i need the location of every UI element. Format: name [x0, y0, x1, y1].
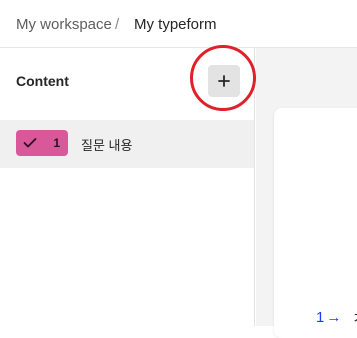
- preview-question-number: 1 →: [316, 309, 341, 326]
- question-list-item[interactable]: 1 질문 내용: [0, 120, 254, 168]
- question-number: 1: [53, 136, 60, 150]
- content-title: Content: [16, 73, 69, 89]
- content-sidebar: Content 1 질문 내용: [0, 48, 255, 326]
- preview-question-text: ㅈ: [352, 307, 357, 328]
- preview-number-text: 1: [316, 309, 325, 326]
- breadcrumb-separator: /: [115, 16, 120, 33]
- breadcrumb-workspace-link[interactable]: My workspace: [16, 16, 112, 34]
- question-label: 질문 내용: [81, 138, 133, 153]
- preview-canvas: 1 → ㅈ: [256, 48, 357, 338]
- checkmark-icon: [23, 138, 37, 148]
- top-bar: My workspace / My typeform: [0, 0, 357, 48]
- arrow-right-icon: →: [326, 309, 342, 326]
- breadcrumb-form-title[interactable]: My typeform: [134, 16, 217, 34]
- plus-icon: [218, 75, 230, 87]
- preview-card[interactable]: [274, 108, 357, 338]
- question-type-badge: 1: [16, 130, 68, 156]
- add-question-button[interactable]: [208, 65, 240, 97]
